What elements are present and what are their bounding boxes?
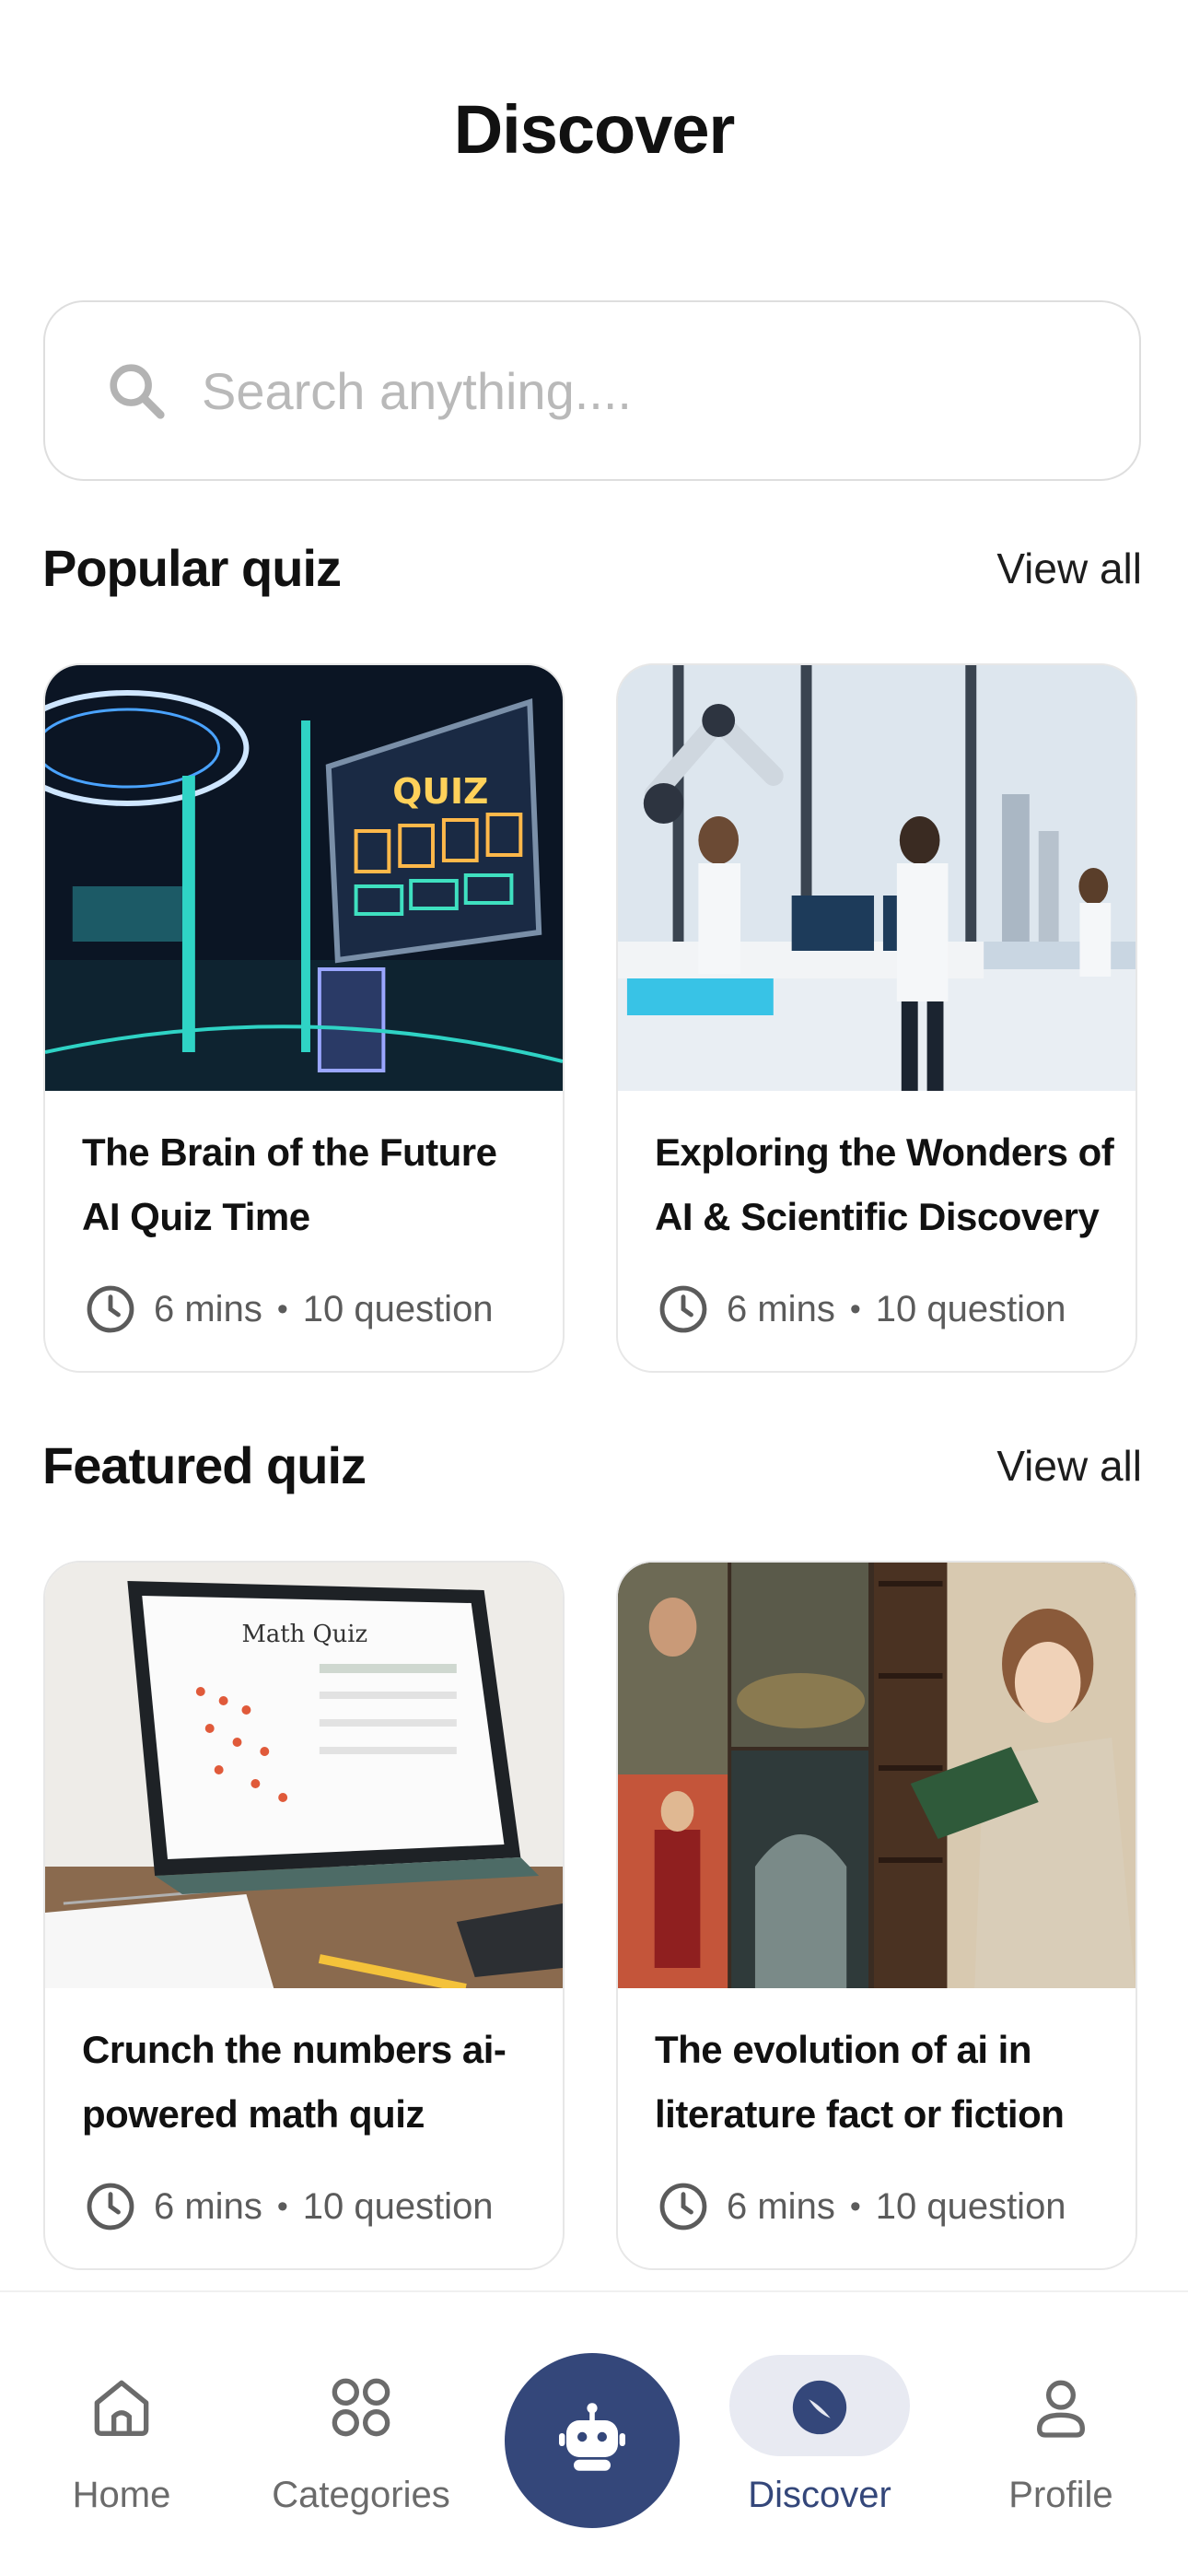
quiz-card[interactable]: The evolution of ai in literature fact o… — [616, 1561, 1137, 2270]
question-count: 10 question — [875, 2185, 1066, 2227]
nav-label: Categories — [272, 2475, 450, 2515]
quiz-card-title: Crunch the numbers ai-powered math quiz — [82, 2028, 507, 2136]
robot-icon — [559, 2403, 625, 2471]
featured-quiz-header: Featured quiz View all — [42, 1435, 1142, 1495]
view-all-link[interactable]: View all — [996, 1441, 1142, 1491]
section-title: Popular quiz — [42, 539, 342, 597]
quiz-card-meta: 6 mins • 10 question — [657, 2180, 1066, 2233]
nav-label: Home — [72, 2475, 171, 2515]
view-all-link[interactable]: View all — [996, 544, 1142, 593]
popular-quiz-header: Popular quiz View all — [42, 538, 1142, 598]
quiz-card-title: Exploring the Wonders of AI & Scientific… — [655, 1130, 1114, 1238]
separator-dot: • — [276, 2188, 288, 2224]
search-input[interactable]: Search anything.... — [202, 361, 632, 421]
nav-item-home[interactable]: Home — [48, 2292, 195, 2576]
nav-label: Profile — [1008, 2475, 1113, 2515]
math-tablet-image: Math Quiz — [45, 1563, 563, 1988]
separator-dot: • — [849, 2188, 861, 2224]
duration-text: 6 mins — [727, 2185, 835, 2227]
section-title: Featured quiz — [42, 1436, 367, 1494]
quiz-card-meta: 6 mins • 10 question — [84, 1282, 494, 1336]
clock-icon — [659, 1285, 707, 1333]
clock-icon — [87, 2183, 134, 2231]
nav-item-profile[interactable]: Profile — [987, 2292, 1135, 2576]
clock-icon — [659, 2183, 707, 2231]
quiz-card-meta: 6 mins • 10 question — [84, 2180, 494, 2233]
grid-icon — [320, 2366, 402, 2449]
svg-text:QUIZ: QUIZ — [392, 771, 488, 812]
duration-text: 6 mins — [154, 2185, 262, 2227]
quiz-card-title: The Brain of the Future AI Quiz Time — [82, 1130, 497, 1238]
separator-dot: • — [276, 1291, 288, 1327]
nav-item-categories[interactable]: Categories — [260, 2292, 462, 2576]
search-icon — [110, 364, 165, 419]
duration-text: 6 mins — [727, 1288, 835, 1329]
robot-lab-image — [618, 665, 1136, 1091]
home-icon — [80, 2366, 163, 2449]
page-title: Discover — [453, 91, 736, 168]
quiz-card-meta: 6 mins • 10 question — [657, 1282, 1066, 1336]
separator-dot: • — [849, 1291, 861, 1327]
question-count: 10 question — [302, 1288, 494, 1329]
question-count: 10 question — [875, 1288, 1066, 1329]
clock-icon — [87, 1285, 134, 1333]
nav-label: Discover — [748, 2475, 891, 2515]
nav-item-discover[interactable]: Discover — [729, 2292, 910, 2576]
quiz-card[interactable]: Math Quiz Crunch the numbers ai-powered … — [43, 1561, 565, 2270]
quiz-card[interactable]: QUIZ The Brain of the Future AI Quiz Tim… — [43, 663, 565, 1373]
duration-text: 6 mins — [154, 1288, 262, 1329]
search-bar[interactable]: Search anything.... — [43, 300, 1141, 481]
ai-assistant-button[interactable] — [505, 2353, 680, 2528]
quiz-card-title: The evolution of ai in literature fact o… — [655, 2028, 1065, 2136]
reading-books-image — [618, 1563, 1136, 1988]
question-count: 10 question — [302, 2185, 494, 2227]
user-icon — [1019, 2366, 1102, 2449]
quiz-stage-image: QUIZ — [45, 665, 563, 1091]
svg-text:Math Quiz: Math Quiz — [241, 1621, 367, 1648]
compass-icon — [778, 2366, 861, 2449]
quiz-card[interactable]: Exploring the Wonders of AI & Scientific… — [616, 663, 1137, 1373]
